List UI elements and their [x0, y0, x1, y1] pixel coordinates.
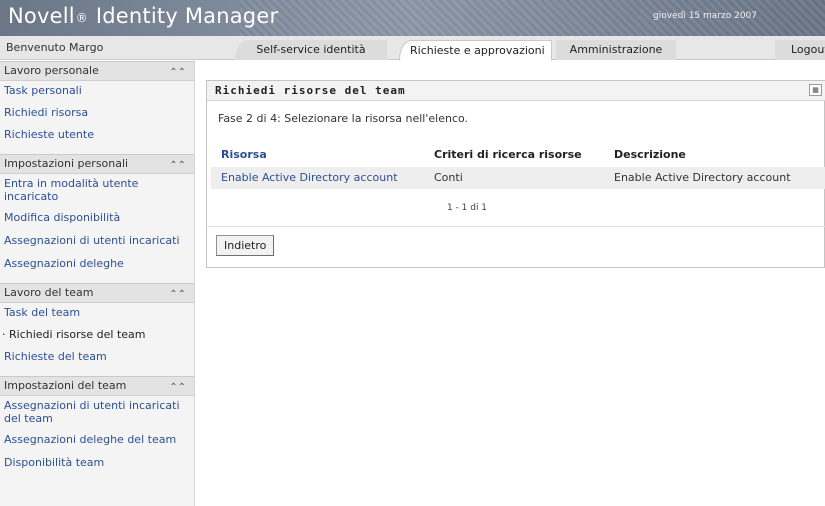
logout-link[interactable]: Logout — [775, 40, 825, 60]
sidebar-section-personal-settings[interactable]: Impostazioni personali ⌃⌃ — [0, 154, 194, 174]
section-title: Impostazioni del team — [4, 379, 127, 392]
tab-bar: Benvenuto Margo Self-service identità Ri… — [0, 36, 825, 61]
double-chevron-up-icon[interactable]: ⌃⌃ — [169, 157, 186, 175]
double-chevron-up-icon[interactable]: ⌃⌃ — [169, 379, 186, 397]
sidebar-section-team-work[interactable]: Lavoro del team ⌃⌃ — [0, 283, 194, 303]
resource-link[interactable]: Enable Active Directory account — [211, 167, 424, 189]
table-header-row: Risorsa Criteri di ricerca risorse Descr… — [211, 143, 825, 167]
request-team-resources-panel: Richiedi risorse del team ▦ Fase 2 di 4:… — [206, 80, 825, 268]
tab-requests-approvals[interactable]: Richieste e approvazioni — [399, 40, 552, 61]
sidebar-item-team-delegate-assignments[interactable]: Assegnazioni deleghe del team — [0, 433, 194, 446]
sidebar-item-proxy-mode[interactable]: Entra in modalità utente incaricato — [0, 177, 160, 203]
panel-header: Richiedi risorse del team ▦ — [207, 81, 825, 101]
sidebar-item-request-team-resources[interactable]: · Richiedi risorse del team — [0, 328, 194, 341]
grid-menu-icon[interactable]: ▦ — [809, 84, 822, 96]
description-cell: Enable Active Directory account — [604, 167, 825, 189]
tab-administration[interactable]: Amministrazione — [556, 40, 676, 60]
double-chevron-up-icon[interactable]: ⌃⌃ — [169, 286, 186, 304]
table-row[interactable]: Enable Active Directory account Conti En… — [211, 167, 825, 189]
panel-title: Richiedi risorse del team — [215, 84, 406, 97]
back-button[interactable]: Indietro — [216, 235, 275, 256]
sidebar: Lavoro personale ⌃⌃ Task personali Richi… — [0, 61, 195, 506]
brand-product: Identity Manager — [95, 4, 279, 28]
sidebar-item-edit-availability[interactable]: Modifica disponibilità — [0, 211, 194, 224]
pagination-info: 1 - 1 di 1 — [446, 203, 488, 213]
column-header-search-criteria: Criteri di ricerca risorse — [434, 148, 582, 161]
welcome-text: Benvenuto Margo — [6, 41, 104, 54]
sidebar-item-team-availability[interactable]: Disponibilità team — [0, 456, 194, 469]
brand-logo: Novell® Identity Manager — [8, 4, 278, 28]
brand-registered-mark: ® — [75, 11, 88, 25]
sidebar-item-label: Richiedi risorse del team — [9, 328, 146, 341]
tab-self-service[interactable]: Self-service identità — [235, 40, 387, 60]
step-instructions: Fase 2 di 4: Selezionare la risorsa nell… — [218, 112, 469, 125]
section-title: Impostazioni personali — [4, 157, 129, 170]
sidebar-item-proxy-assignments[interactable]: Assegnazioni di utenti incaricati — [0, 234, 194, 247]
top-banner: Novell® Identity Manager giovedì 15 marz… — [0, 0, 825, 36]
double-chevron-up-icon[interactable]: ⌃⌃ — [169, 64, 186, 82]
current-bullet-icon: · — [2, 328, 9, 341]
sidebar-item-delegate-assignments[interactable]: Assegnazioni deleghe — [0, 257, 194, 270]
column-header-resource[interactable]: Risorsa — [211, 143, 424, 167]
resources-table: Risorsa Criteri di ricerca risorse Descr… — [211, 143, 825, 189]
sidebar-item-team-requests[interactable]: Richieste del team — [0, 350, 194, 363]
sidebar-item-personal-tasks[interactable]: Task personali — [0, 84, 194, 97]
sidebar-item-user-requests[interactable]: Richieste utente — [0, 128, 194, 141]
section-title: Lavoro del team — [4, 286, 94, 299]
section-title: Lavoro personale — [4, 64, 99, 77]
sidebar-item-team-proxy-assignments[interactable]: Assegnazioni di utenti incaricati del te… — [0, 399, 192, 425]
sidebar-section-team-settings[interactable]: Impostazioni del team ⌃⌃ — [0, 376, 194, 396]
brand-name: Novell — [8, 4, 75, 28]
sidebar-item-request-resource[interactable]: Richiedi risorsa — [0, 106, 194, 119]
column-header-description: Descrizione — [614, 148, 686, 161]
sidebar-item-team-tasks[interactable]: Task del team — [0, 306, 194, 319]
sidebar-section-work[interactable]: Lavoro personale ⌃⌃ — [0, 61, 194, 81]
header-date: giovedì 15 marzo 2007 — [653, 11, 757, 21]
divider — [207, 226, 825, 227]
search-criteria-cell: Conti — [424, 167, 604, 189]
